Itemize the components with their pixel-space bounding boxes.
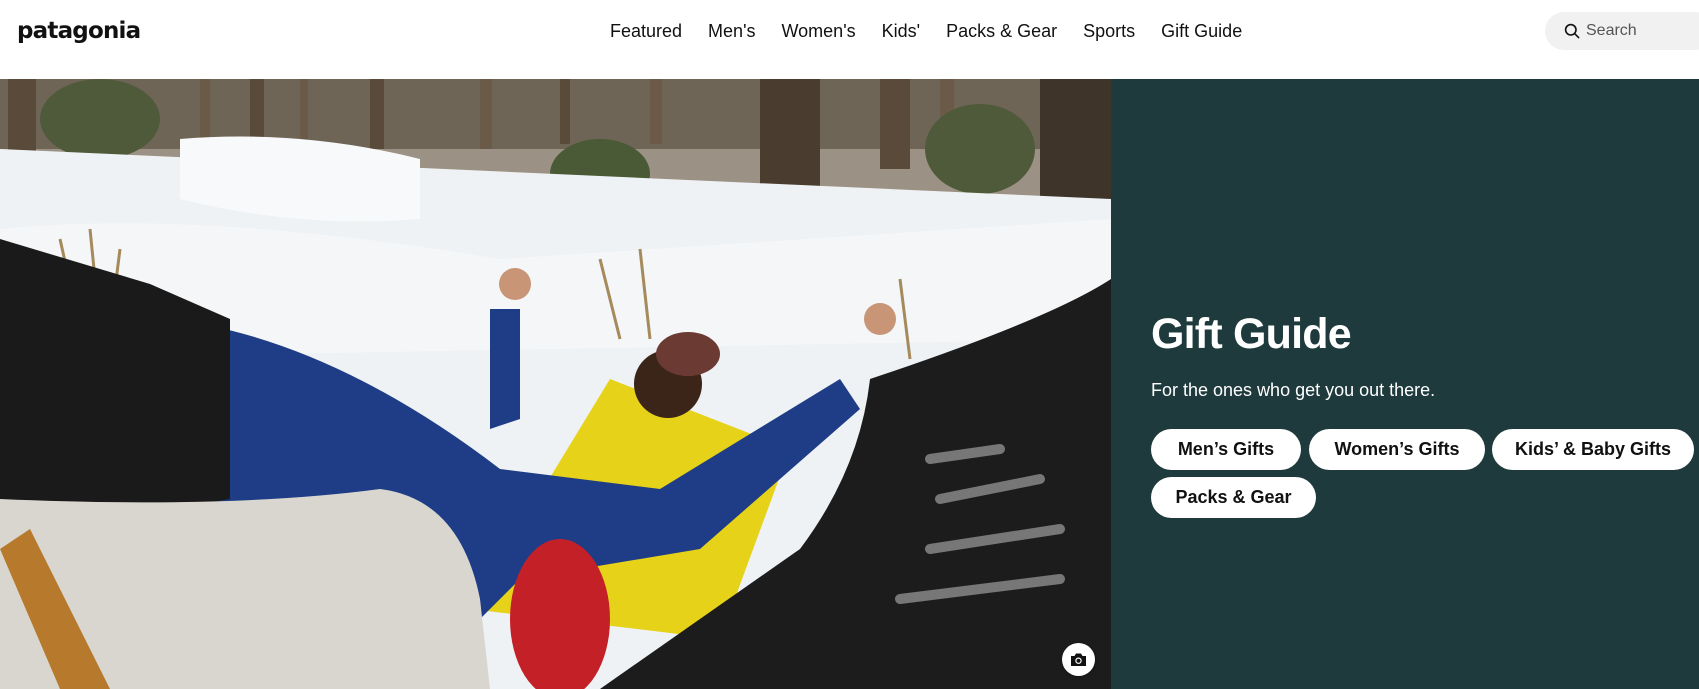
search-input[interactable] (1586, 22, 1686, 40)
main-nav: Featured Men's Women's Kids' Packs & Gea… (610, 19, 1268, 43)
nav-item-kids[interactable]: Kids' (882, 19, 920, 43)
packs-gear-button[interactable]: Packs & Gear (1151, 477, 1316, 518)
nav-item-mens[interactable]: Men's (708, 19, 755, 43)
page-subtitle: For the ones who get you out there. (1151, 380, 1436, 400)
gift-guide-panel: Gift Guide For the ones who get you out … (1111, 79, 1699, 689)
kids-baby-gifts-button[interactable]: Kids’ & Baby Gifts (1492, 429, 1694, 470)
mens-gifts-button[interactable]: Men’s Gifts (1151, 429, 1301, 470)
womens-gifts-button[interactable]: Women’s Gifts (1309, 429, 1485, 470)
nav-item-packs-gear[interactable]: Packs & Gear (946, 19, 1057, 43)
nav-item-gift-guide[interactable]: Gift Guide (1161, 19, 1242, 43)
page-title: Gift Guide (1151, 310, 1352, 358)
camera-icon (1071, 653, 1086, 666)
hero-image (0, 79, 1111, 689)
patagonia-logo[interactable]: patagonia (17, 16, 141, 46)
search-box[interactable] (1545, 12, 1699, 50)
nav-item-featured[interactable]: Featured (610, 19, 682, 43)
nav-item-sports[interactable]: Sports (1083, 19, 1135, 43)
hero-scene (0, 79, 1111, 689)
photo-credit-button[interactable] (1062, 643, 1095, 676)
nav-item-womens[interactable]: Women's (782, 19, 856, 43)
search-icon (1564, 23, 1580, 39)
site-header: patagonia Featured Men's Women's Kids' P… (0, 0, 1699, 79)
logo-text: patagonia (17, 18, 141, 44)
